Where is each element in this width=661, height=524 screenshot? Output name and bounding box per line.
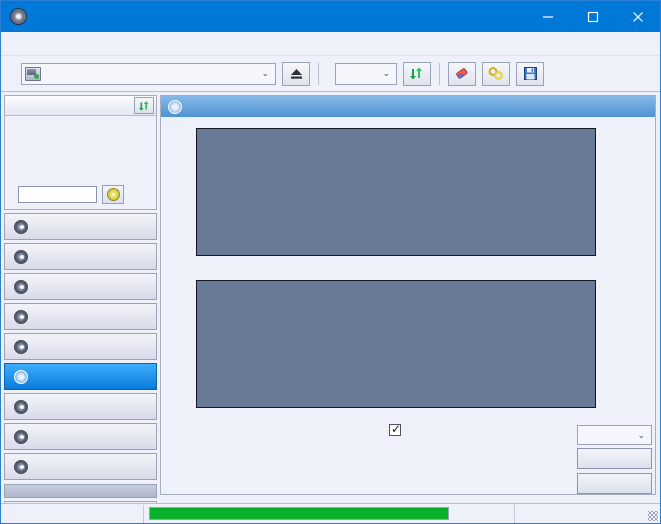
erase-button[interactable] [448,61,476,86]
sidebar-item-disc-info[interactable] [4,333,157,360]
drive-icon [25,66,41,81]
toolbar-divider-1 [318,62,319,85]
resize-grip-icon[interactable] [648,511,658,521]
main-row: ⌄ [1,92,660,523]
chart-bottom-x-axis [161,407,655,421]
disc-quality-panel: ⌄ [160,95,656,495]
stats-table [161,422,451,494]
sidebar-item-cd-bler[interactable] [4,393,157,420]
status-bar [1,503,660,523]
sidebar-item-fe-te[interactable] [4,423,157,450]
menu-item-start-test[interactable] [28,41,46,47]
legend-swatch-ldc [193,119,201,127]
disc-icon [14,459,28,474]
sidebar-item-extra-tests[interactable] [4,453,157,480]
menu-item-file[interactable] [10,41,28,47]
start-part-button[interactable] [577,473,652,494]
disc-icon [14,279,28,294]
disc-row-mid [11,135,150,151]
title-bar [1,1,660,32]
disc-refresh-button[interactable] [134,97,154,114]
window-controls [525,1,660,32]
disc-icon [14,249,28,264]
disc-icon [14,339,28,354]
menu-item-extra[interactable] [46,41,64,47]
results-row: ⌄ [161,421,655,494]
app-window: ⌄ ⌄ ✓ ⌄ [0,0,661,524]
sidebar-item-disc-quality[interactable] [4,363,157,390]
drive-toolbar: ⌄ ⌄ [1,56,660,92]
menu-item-help[interactable] [64,41,82,47]
chart-bottom [161,280,655,421]
chevron-down-icon: ⌄ [261,68,269,78]
disc-icon [14,309,28,324]
disc-panel [4,95,157,210]
legend-swatch-write-speed [239,119,247,127]
disc-icon [168,99,182,114]
chevron-down-icon: ⌄ [637,429,645,440]
legend-swatch-jitter [216,271,224,279]
progress-bar-fill [150,508,448,519]
sidebar-item-drive-info[interactable] [4,303,157,330]
maximize-icon[interactable] [570,1,615,32]
tools-icon [488,67,503,80]
app-disc-icon [10,8,27,25]
tools-button[interactable] [482,61,510,86]
status-message [1,504,143,524]
disc-yellow-icon [106,188,120,201]
disc-quality-header [161,96,655,117]
disc-row-contents [11,167,150,183]
chevron-down-icon: ⌄ [382,68,390,78]
eject-icon [290,69,302,79]
menu-bar [1,32,660,56]
results-panel: ⌄ [451,425,655,494]
sidebar [1,92,160,523]
content-area: ⌄ [160,92,660,495]
sidebar-spacer [4,484,157,498]
disc-panel-header [5,96,156,116]
sidebar-item-verify-test-disc[interactable] [4,273,157,300]
save-button[interactable] [516,61,544,86]
disc-icon [14,369,28,384]
refresh-icon [138,100,148,111]
progress-bar [149,507,449,520]
refresh-button[interactable] [403,61,431,86]
start-full-button[interactable] [577,448,652,469]
checkbox-icon [389,422,401,436]
sidebar-item-create-test-disc[interactable] [4,243,157,270]
speed-select-results[interactable]: ⌄ [577,425,652,445]
status-elapsed [515,504,660,524]
disc-icon [14,429,28,444]
disc-label-row [11,185,150,204]
disc-icon [14,219,28,234]
legend-swatch-bis [193,271,201,279]
jitter-checkbox[interactable] [389,422,401,436]
chart-top-plot[interactable] [196,128,596,256]
save-icon [523,67,537,80]
disc-label-button[interactable] [102,185,124,204]
chart-bottom-legend [161,269,655,280]
drive-select[interactable]: ⌄ [21,62,276,85]
sidebar-item-transfer-rate[interactable] [4,213,157,240]
progress-percent [454,504,514,524]
chart-top-x-axis [161,255,655,269]
disc-info-list [5,116,156,209]
chart-bottom-plot[interactable] [196,280,596,408]
disc-row-type [11,119,150,135]
refresh-icon [410,67,422,80]
speed-select[interactable]: ⌄ [335,62,397,85]
toolbar-divider-2 [439,62,440,85]
chart-top [161,128,655,269]
close-icon[interactable] [615,1,660,32]
eraser-icon [455,68,467,79]
legend-swatch-read-speed [216,119,224,127]
disc-label-input[interactable] [18,186,97,203]
disc-icon [14,399,28,414]
disc-row-length [11,151,150,167]
progress-bar-cell [144,504,454,524]
minimize-icon[interactable] [525,1,570,32]
eject-button[interactable] [282,61,310,86]
chart-top-legend [161,117,655,128]
